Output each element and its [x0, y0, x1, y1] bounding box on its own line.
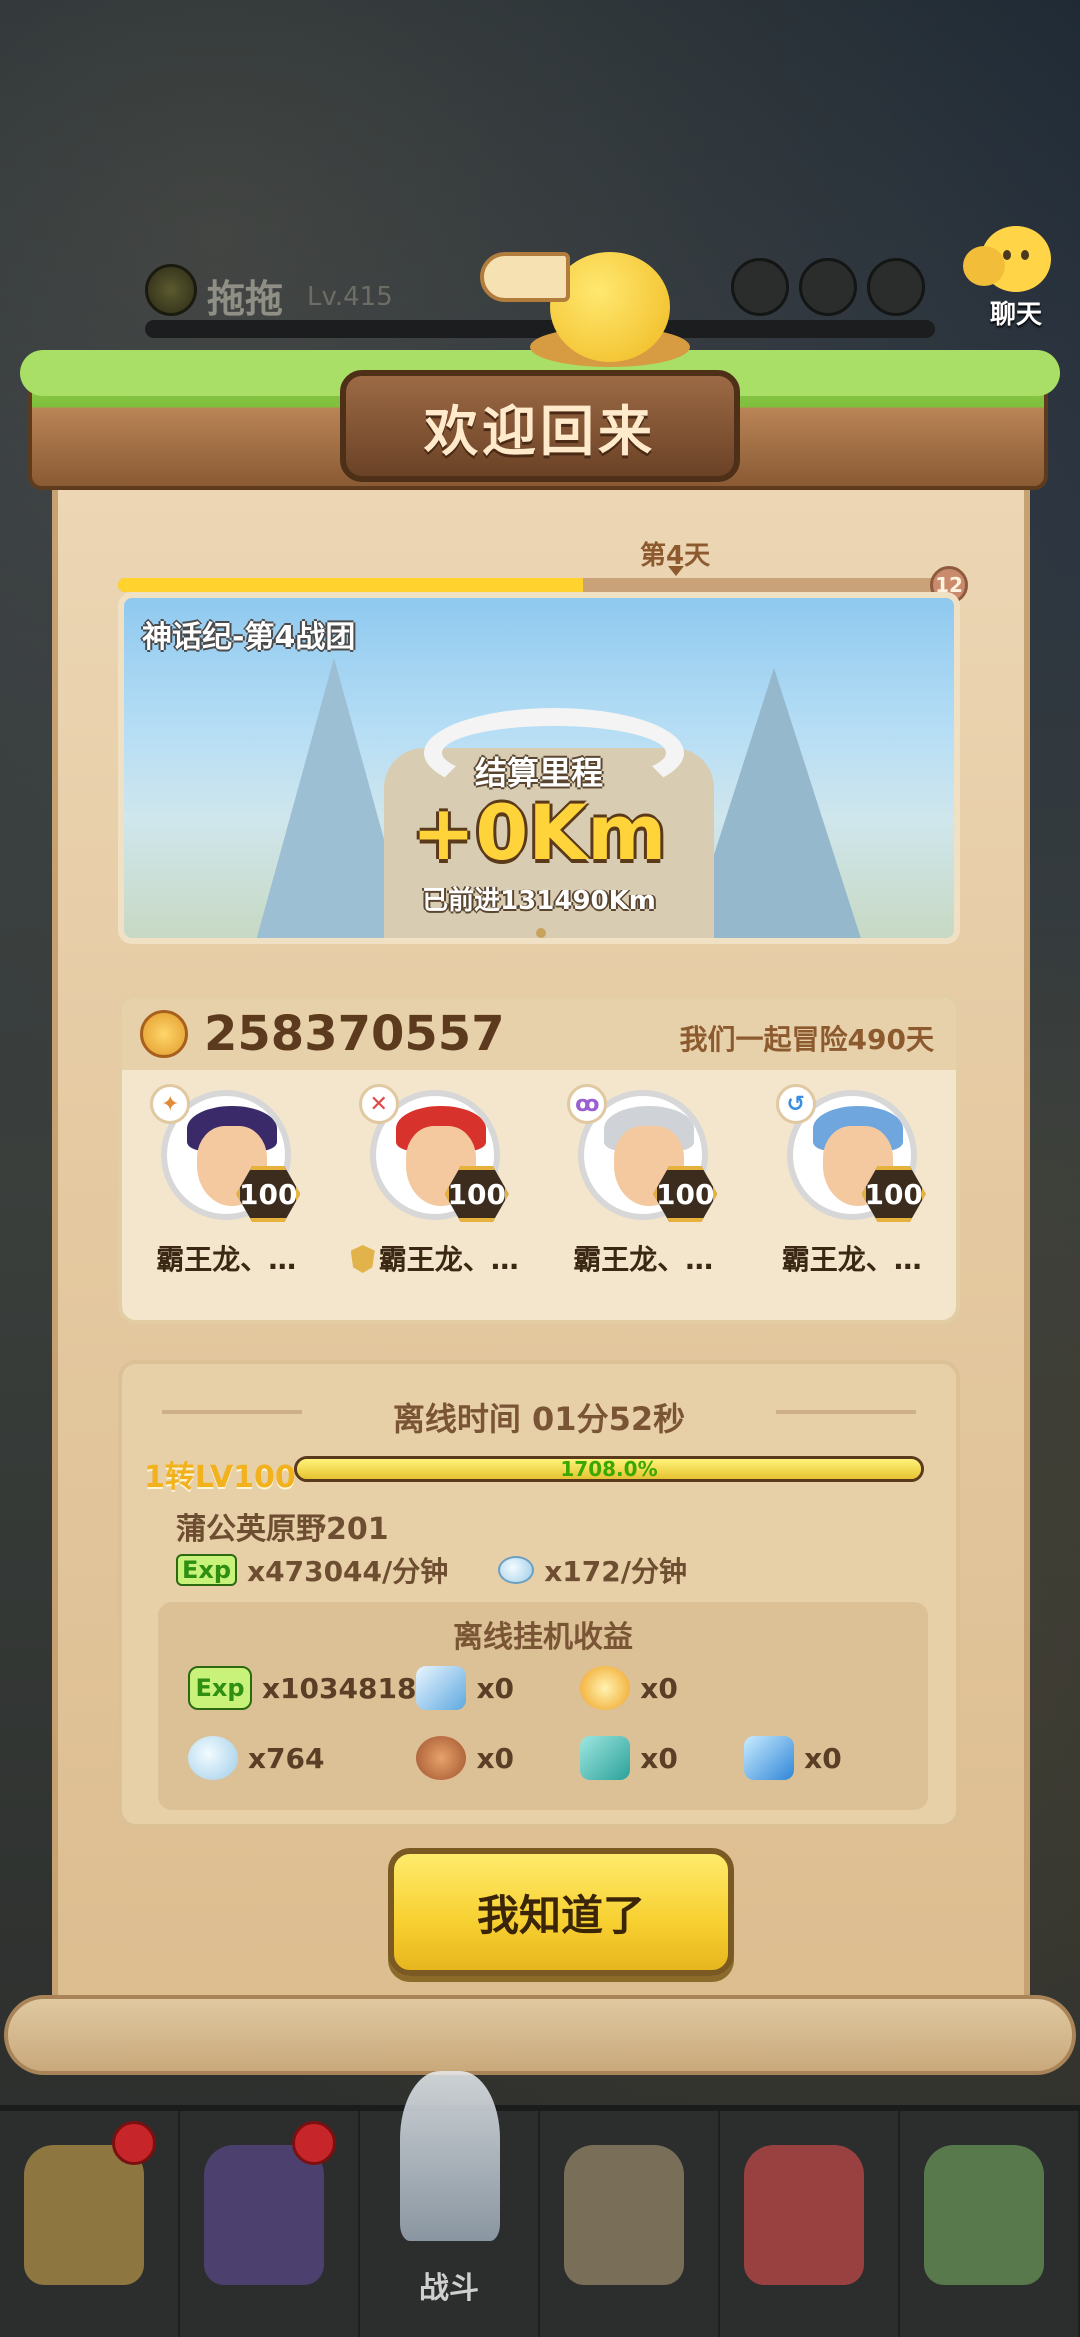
reward-teal: x0: [580, 1736, 744, 1780]
reward-crystal: x0: [744, 1736, 908, 1780]
notification-badge-icon: [292, 2121, 336, 2165]
hero-name: 霸王龙、…: [156, 1243, 297, 1276]
reward-ice: x0: [416, 1666, 580, 1710]
distance-gain: +0Km: [411, 788, 667, 877]
bottom-nav: 战斗: [0, 2071, 1080, 2337]
rewards-box: 离线挂机收益 Exp x1034818 x0 x0 x764 x0 x0 x0: [158, 1602, 928, 1810]
reward-value: x0: [476, 1741, 514, 1775]
chat-label: 聊天: [989, 300, 1042, 330]
spirit-icon[interactable]: [867, 258, 925, 316]
nav-tab-2[interactable]: [180, 2111, 360, 2337]
blue-crystal-icon: [744, 1736, 795, 1780]
hero-slot-4[interactable]: ↺ 100 霸王龙、…: [752, 1084, 952, 1278]
team-name: 神话纪-第4战团: [142, 620, 356, 655]
player-name: 拖拖: [207, 277, 284, 321]
page-indicator-dot: [536, 928, 546, 938]
player-level: Lv.415: [307, 282, 393, 312]
days-together: 我们一起冒险490天: [679, 1023, 934, 1056]
reward-meat: x0: [416, 1736, 580, 1780]
confirm-button[interactable]: 我知道了: [388, 1848, 734, 1976]
hero-slot-3[interactable]: ꝏ 100 霸王龙、…: [543, 1084, 743, 1278]
hero-name-with-shield: 霸王龙、…: [335, 1238, 535, 1278]
confirm-button-label: 我知道了: [476, 1890, 645, 1940]
dialog-title: 欢迎回来: [424, 399, 656, 463]
hero-name: 霸王龙、…: [781, 1243, 922, 1276]
chat-bubble-icon: [963, 226, 1051, 292]
nav-tab-1[interactable]: [0, 2111, 180, 2337]
reward-gem: x764: [188, 1736, 416, 1780]
day-progress-fill: [118, 578, 583, 592]
team-power: 258370557: [204, 1006, 505, 1062]
chat-button[interactable]: 聊天: [963, 226, 1066, 330]
teal-stone-icon: [580, 1736, 631, 1780]
hero-slot-2[interactable]: ✕ 100 霸王龙、…: [335, 1084, 535, 1278]
sword-icon: [400, 2071, 500, 2241]
day-marker-icon: [668, 566, 684, 576]
character-icon: [204, 2145, 324, 2285]
offline-panel: 离线时间 01分52秒 1转LV100 1708.0% 蒲公英原野201 Exp…: [118, 1360, 960, 1828]
offline-time: 离线时间 01分52秒: [392, 1400, 686, 1438]
reward-value: x0: [476, 1671, 514, 1705]
dialog-title-plate: 欢迎回来: [340, 370, 740, 482]
shield-icon: [350, 1245, 375, 1273]
total-distance: 已前进131490Km: [422, 886, 656, 916]
ice-crystal-icon: [416, 1666, 467, 1710]
reward-value: x0: [640, 1741, 678, 1775]
exp-rate: x473044/分钟: [247, 1555, 449, 1588]
character-icon: [744, 2145, 864, 2285]
reward-value: x0: [804, 1741, 842, 1775]
exp-icon: Exp: [188, 1666, 252, 1710]
reward-value: x1034818: [262, 1671, 417, 1705]
flame-icon: [580, 1666, 631, 1710]
notification-badge-icon: [112, 2121, 156, 2165]
hero-name: 霸王龙、…: [573, 1243, 714, 1276]
map-name: 蒲公英原野201: [176, 1512, 389, 1547]
water-element-icon: ↺: [775, 1084, 816, 1124]
blood-element-icon: ✕: [358, 1084, 399, 1124]
journey-scene: 神话纪-第4战团 结算里程 +0Km 已前进131490Km: [118, 592, 960, 944]
character-icon: [24, 2145, 144, 2285]
hero-slot-1[interactable]: ✦ 100 霸王龙、…: [126, 1084, 326, 1278]
nav-tab-4[interactable]: [540, 2111, 720, 2337]
team-card: 258370557 我们一起冒险490天 ✦ 100 霸王龙、… ✕ 100 霸…: [118, 994, 960, 1324]
reward-value: x0: [640, 1671, 678, 1705]
buff-icon[interactable]: [731, 258, 789, 316]
void-element-icon: ꝏ: [567, 1084, 608, 1124]
mascot-bird-icon: [480, 222, 690, 372]
level-label: 1转LV100: [144, 1460, 296, 1495]
level-percent: 1708.0%: [560, 1457, 658, 1481]
level-progress-bar: 1708.0%: [294, 1456, 924, 1482]
nav-battle-label: 战斗: [419, 2271, 479, 2306]
nav-tab-battle[interactable]: 战斗: [360, 2071, 540, 2337]
nav-tab-5[interactable]: [720, 2111, 900, 2337]
fire-element-icon: ✦: [150, 1084, 191, 1124]
gem-icon: [498, 1556, 535, 1584]
reward-value: x764: [248, 1741, 325, 1775]
reward-flame: x0: [580, 1666, 744, 1710]
meat-icon: [416, 1736, 467, 1780]
gem-rate: x172/分钟: [544, 1555, 687, 1588]
character-icon: [924, 2145, 1044, 2285]
muscle-power-icon: [140, 1010, 188, 1058]
status-icons: [731, 258, 925, 316]
team-header: 258370557 我们一起冒险490天: [122, 998, 956, 1070]
dialog-scroll-bottom: [4, 1995, 1076, 2075]
character-icon: [564, 2145, 684, 2285]
nav-tab-6[interactable]: [900, 2111, 1080, 2337]
gem-icon: [188, 1736, 238, 1780]
player-avatar[interactable]: [145, 264, 197, 316]
hero-name: 霸王龙、…: [378, 1243, 519, 1276]
rate-row: Exp x473044/分钟 x172/分钟: [176, 1550, 687, 1590]
reward-exp: Exp x1034818: [188, 1666, 416, 1710]
rewards-title: 离线挂机收益: [453, 1620, 633, 1655]
reward-grid: Exp x1034818 x0 x0 x764 x0 x0 x0: [188, 1666, 908, 1780]
hero-list: ✦ 100 霸王龙、… ✕ 100 霸王龙、… ꝏ 100 霸王龙、… ↺ 10…: [122, 1084, 956, 1278]
exp-icon: Exp: [176, 1554, 238, 1586]
day-progress-track: [118, 578, 938, 592]
pet-icon[interactable]: [799, 258, 857, 316]
